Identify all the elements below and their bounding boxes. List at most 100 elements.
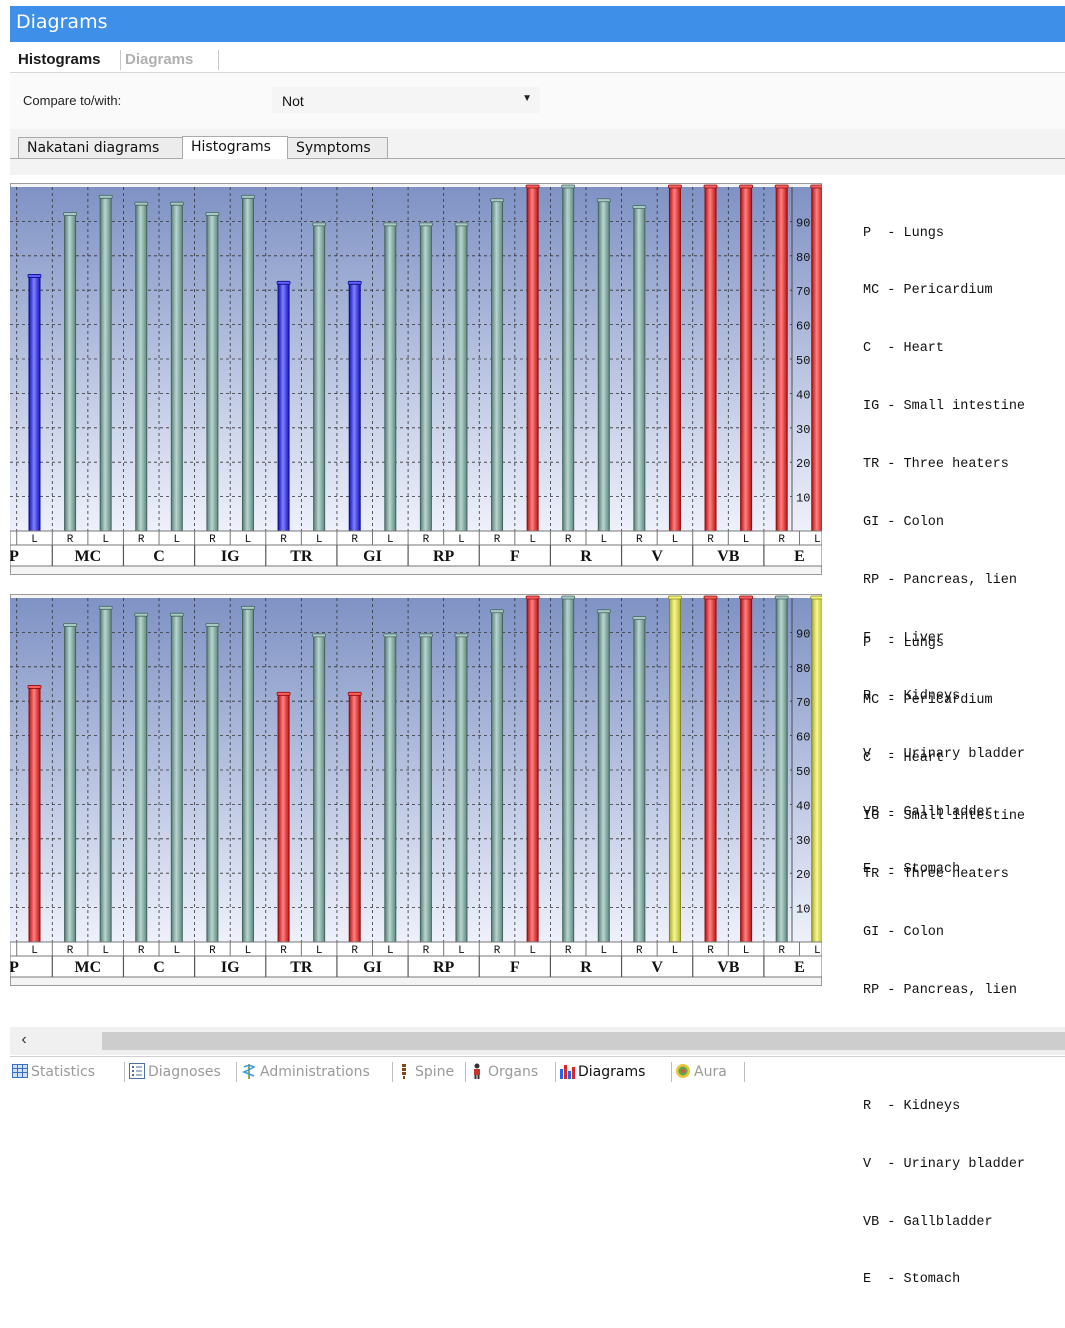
compare-select[interactable]: Not ▼ xyxy=(272,87,540,113)
bottom-tab-strip: Statistics Diagnoses Administrations Spi… xyxy=(10,1056,1065,1087)
bar xyxy=(64,214,77,532)
category-label: VB xyxy=(717,548,740,565)
tab-administrations[interactable]: Administrations xyxy=(241,1063,370,1083)
category-label: MC xyxy=(75,959,102,976)
tab-histograms[interactable]: Histograms xyxy=(15,51,104,68)
bar-cap xyxy=(703,184,718,189)
side-label: L xyxy=(672,945,679,957)
bar xyxy=(99,196,112,532)
category-label: GI xyxy=(363,548,382,565)
side-label: R xyxy=(280,534,287,546)
tab-separator xyxy=(392,1062,393,1082)
tab-nakatani-diagrams[interactable]: Nakatani diagrams xyxy=(18,137,184,158)
bar xyxy=(313,635,326,943)
tab-separator xyxy=(465,1062,466,1082)
legend-item: E - Stomach xyxy=(863,1272,961,1288)
legend-item: C - Heart xyxy=(863,751,945,767)
tab-spine[interactable]: Spine xyxy=(396,1063,454,1083)
category-row xyxy=(10,955,822,978)
y-tick-label: 30 xyxy=(796,834,810,848)
bar xyxy=(64,625,77,943)
category-label: RP xyxy=(433,959,455,976)
bar xyxy=(28,686,41,943)
category-label: P xyxy=(10,548,19,565)
tab-aura[interactable]: Aura xyxy=(675,1063,727,1083)
side-label-row xyxy=(10,530,822,546)
tab-separator xyxy=(236,1062,237,1082)
side-label: L xyxy=(672,534,679,546)
scrollbar-thumb[interactable] xyxy=(102,1032,1065,1050)
bar-cap xyxy=(205,623,220,627)
legend-item: IG - Small intestine xyxy=(863,809,1026,825)
legend-item: RP - Pancreas, lien xyxy=(863,982,1017,998)
side-label: L xyxy=(600,534,607,546)
side-label: R xyxy=(494,534,501,546)
bar xyxy=(419,635,432,943)
side-label: L xyxy=(316,534,323,546)
tab-symptoms[interactable]: Symptoms xyxy=(287,137,388,158)
bar-cap xyxy=(525,595,540,600)
tab-statistics[interactable]: Statistics xyxy=(12,1063,95,1083)
side-label: R xyxy=(423,945,430,957)
tab-diagrams[interactable]: Diagrams xyxy=(122,51,196,68)
side-label: L xyxy=(529,534,536,546)
bar xyxy=(313,224,326,532)
tab-spine-label: Spine xyxy=(415,1064,455,1080)
bar-cap xyxy=(27,685,42,689)
tab-separator xyxy=(555,1062,556,1082)
bar-cap xyxy=(596,609,611,614)
side-label: L xyxy=(174,945,181,957)
bar-cap xyxy=(383,222,398,227)
tab-administrations-label: Administrations xyxy=(260,1064,370,1080)
legend-2: P - Lungs MC - Pericardium C - Heart IG … xyxy=(863,595,1025,1328)
window-title: Diagrams xyxy=(16,11,108,33)
y-tick-label: 60 xyxy=(796,731,810,745)
tab-separator xyxy=(218,50,219,70)
side-label: R xyxy=(209,534,216,546)
bar xyxy=(348,693,361,943)
bar xyxy=(526,186,539,532)
scroll-left-icon[interactable]: ‹ xyxy=(10,1027,38,1055)
horizontal-scrollbar[interactable]: ‹ xyxy=(10,1027,1065,1055)
side-label: R xyxy=(636,945,643,957)
bar xyxy=(206,214,219,532)
side-label: L xyxy=(458,945,465,957)
bar xyxy=(99,607,112,943)
tab-diagnoses-label: Diagnoses xyxy=(148,1064,221,1080)
bar-cap xyxy=(383,633,398,638)
category-label: V xyxy=(651,959,663,976)
sub-tab-baseline xyxy=(10,158,1065,159)
spine-icon xyxy=(396,1063,412,1079)
list-icon xyxy=(129,1063,145,1079)
category-label: IG xyxy=(221,959,240,976)
y-tick-label: 60 xyxy=(796,320,810,334)
tab-organs[interactable]: Organs xyxy=(469,1063,538,1083)
histogram-chart-1: 102030405060708090L R L R L R L R L R L R L R L R L R L R L R… xyxy=(10,183,822,575)
tab-histograms-sub[interactable]: Histograms xyxy=(182,136,288,159)
y-tick-label: 10 xyxy=(796,903,810,917)
bar-cap xyxy=(490,609,504,614)
bar-cap xyxy=(347,280,362,285)
bar xyxy=(775,186,788,532)
y-tick-label: 80 xyxy=(796,662,810,676)
bar xyxy=(597,611,610,943)
tab-diagrams-bottom[interactable]: Diagrams xyxy=(559,1063,645,1083)
tab-statistics-label: Statistics xyxy=(31,1064,95,1080)
side-label: L xyxy=(458,534,465,546)
bar-cap xyxy=(312,222,327,227)
bar-cap xyxy=(98,194,113,199)
bar xyxy=(241,607,254,943)
bar-cap xyxy=(418,222,433,227)
bar xyxy=(348,282,361,532)
bar xyxy=(811,186,822,532)
category-label: R xyxy=(580,548,592,565)
bar-cap xyxy=(490,198,504,203)
category-label: GI xyxy=(363,959,382,976)
bar xyxy=(28,275,41,532)
legend-item: VB - Gallbladder xyxy=(863,1214,993,1230)
tab-diagnoses[interactable]: Diagnoses xyxy=(129,1063,221,1083)
side-label: R xyxy=(707,534,714,546)
bar-cap xyxy=(98,605,113,610)
category-label: C xyxy=(153,959,165,976)
bar-cap xyxy=(668,184,682,189)
